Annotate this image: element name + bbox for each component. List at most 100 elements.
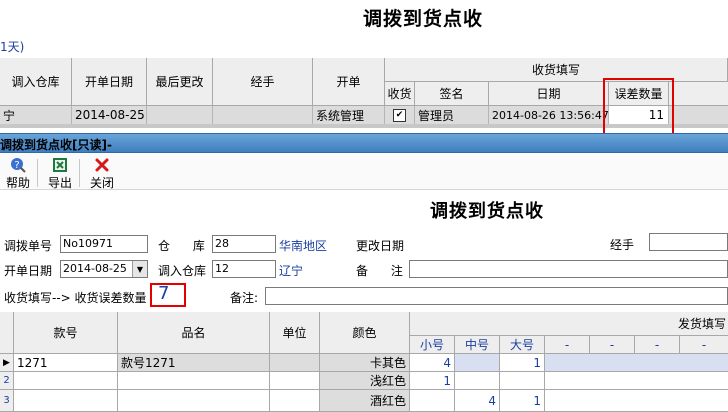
table-row-product-name[interactable] — [118, 390, 270, 412]
export-label: 导出 — [47, 176, 72, 190]
remark-field[interactable] — [409, 260, 728, 278]
col-style-no[interactable]: 款号 — [14, 312, 118, 354]
handler-label: 经手 — [610, 238, 635, 252]
table-row-large[interactable]: 1 — [500, 354, 545, 372]
table-row-color[interactable]: 酒红色 — [320, 390, 410, 412]
col-size-medium[interactable]: 中号 — [455, 336, 500, 354]
warehouse-label: 仓 库 — [158, 239, 205, 253]
row-opener[interactable]: 系统管理 — [313, 106, 385, 124]
table-row-unit[interactable] — [270, 372, 320, 390]
col-received[interactable]: 收货 — [385, 82, 415, 106]
col-last-changed[interactable]: 最后更改 — [147, 58, 213, 106]
toolbar: ? 帮助 导出 关闭 — [0, 154, 728, 190]
row-warehouse-in[interactable]: 宁 — [0, 106, 72, 124]
row-handler[interactable] — [213, 106, 313, 124]
table-row-small[interactable]: 4 — [410, 354, 455, 372]
col-size-small[interactable]: 小号 — [410, 336, 455, 354]
col-product-name[interactable]: 品名 — [118, 312, 270, 354]
help-label: 帮助 — [5, 176, 30, 190]
highlight-error-qty — [603, 78, 674, 135]
close-button[interactable]: 关闭 — [87, 156, 117, 190]
warehouse-name-link[interactable]: 华南地区 — [279, 237, 327, 254]
table-row-medium[interactable]: 4 — [455, 390, 500, 412]
received-checkbox[interactable]: ✔ — [393, 108, 406, 122]
toolbar-separator — [79, 159, 80, 187]
in-warehouse-label: 调入仓库 — [158, 264, 207, 278]
window-title: 调拨到货点收[只读]- — [0, 138, 112, 152]
in-warehouse-code-field[interactable]: 12 — [212, 260, 276, 278]
help-button[interactable]: ? 帮助 — [3, 156, 33, 190]
top-title: 调拨到货点收 — [363, 8, 484, 30]
table-row-unit[interactable] — [270, 390, 320, 412]
table-row-product-name[interactable] — [118, 372, 270, 390]
remark2-field[interactable] — [265, 287, 728, 305]
close-icon — [95, 158, 109, 172]
col-sign[interactable]: 签名 — [415, 82, 489, 106]
highlight-receive-error — [150, 283, 186, 307]
readonly-window-titlebar: 调拨到货点收[只读]- — [0, 133, 728, 153]
handler-field[interactable] — [649, 233, 728, 251]
row-last-changed[interactable] — [147, 106, 213, 124]
col-size-7[interactable]: - — [680, 336, 728, 354]
col-date[interactable]: 日期 — [489, 82, 609, 106]
table-row-color[interactable]: 浅红色 — [320, 372, 410, 390]
export-button[interactable]: 导出 — [45, 156, 75, 190]
table-row-medium[interactable] — [455, 372, 500, 390]
row-received-cell[interactable]: ✔ — [385, 106, 415, 124]
detail-grid: 款号 品名 单位 颜色 发货填写 小号 中号 大号 - - - - ▶ 1271… — [0, 312, 728, 412]
row-date[interactable]: 2014-08-26 13:56:47 — [489, 106, 609, 124]
col-warehouse-in[interactable]: 调入仓库 — [0, 58, 72, 106]
receive-error-label: 收货填写--> 收货误差数量 — [4, 291, 147, 305]
col-size-5[interactable]: - — [590, 336, 635, 354]
table-row-unit[interactable] — [270, 354, 320, 372]
close-label: 关闭 — [89, 176, 114, 190]
transfer-no-field[interactable]: No10971 — [60, 235, 148, 253]
table-row-style-no[interactable] — [14, 372, 118, 390]
in-warehouse-name-link[interactable]: 辽宁 — [279, 262, 303, 279]
table-row-small[interactable] — [410, 390, 455, 412]
col-opener[interactable]: 开单 — [313, 58, 385, 106]
table-row-large[interactable] — [500, 372, 545, 390]
table-row-product-name[interactable]: 款号1271 — [118, 354, 270, 372]
table-row-color[interactable]: 卡其色 — [320, 354, 410, 372]
col-handler[interactable]: 经手 — [213, 58, 313, 106]
col-size-large[interactable]: 大号 — [500, 336, 545, 354]
col-size-4[interactable]: - — [545, 336, 590, 354]
row-empty — [669, 106, 728, 124]
col-empty — [669, 82, 728, 106]
open-date-dropdown-arrow[interactable]: ▼ — [132, 261, 147, 277]
col-color[interactable]: 颜色 — [320, 312, 410, 354]
table-row-small[interactable]: 1 — [410, 372, 455, 390]
table-row-rest — [545, 372, 728, 390]
svg-text:?: ? — [14, 160, 19, 171]
transfer-no-label: 调拨单号 — [4, 239, 53, 253]
form-title: 调拨到货点收 — [430, 201, 544, 222]
table-row-medium[interactable] — [455, 354, 500, 372]
remark-label: 备 注 — [356, 264, 403, 278]
excel-icon — [53, 158, 67, 172]
table-row-style-no[interactable]: 1271 — [14, 354, 118, 372]
row-open-date[interactable]: 2014-08-25 — [72, 106, 147, 124]
row-number[interactable]: 2 — [0, 372, 14, 390]
col-size-6[interactable]: - — [635, 336, 680, 354]
warehouse-code-field[interactable]: 28 — [212, 235, 276, 253]
open-date-label: 开单日期 — [4, 264, 53, 278]
table-row-large[interactable]: 1 — [500, 390, 545, 412]
help-icon: ? — [11, 158, 26, 173]
change-date-label: 更改日期 — [356, 239, 405, 253]
group-ship-fill: 发货填写 — [410, 312, 728, 336]
top-title-bar: 调拨到货点收 — [0, 0, 728, 36]
days-filter-fragment: 1天) — [0, 40, 25, 54]
group-receive-fill: 收货填写 — [385, 58, 728, 82]
col-unit[interactable]: 单位 — [270, 312, 320, 354]
row-number[interactable]: 3 — [0, 390, 14, 412]
row-sign[interactable]: 管理员 — [415, 106, 489, 124]
toolbar-separator — [37, 159, 38, 187]
table-row-rest — [545, 354, 728, 372]
col-open-date[interactable]: 开单日期 — [72, 58, 147, 106]
row-header-corner — [0, 312, 14, 354]
remark2-label: 备注: — [230, 291, 259, 305]
table-row-style-no[interactable] — [14, 390, 118, 412]
table-row-rest — [545, 390, 728, 412]
row-indicator-icon[interactable]: ▶ — [0, 354, 14, 372]
